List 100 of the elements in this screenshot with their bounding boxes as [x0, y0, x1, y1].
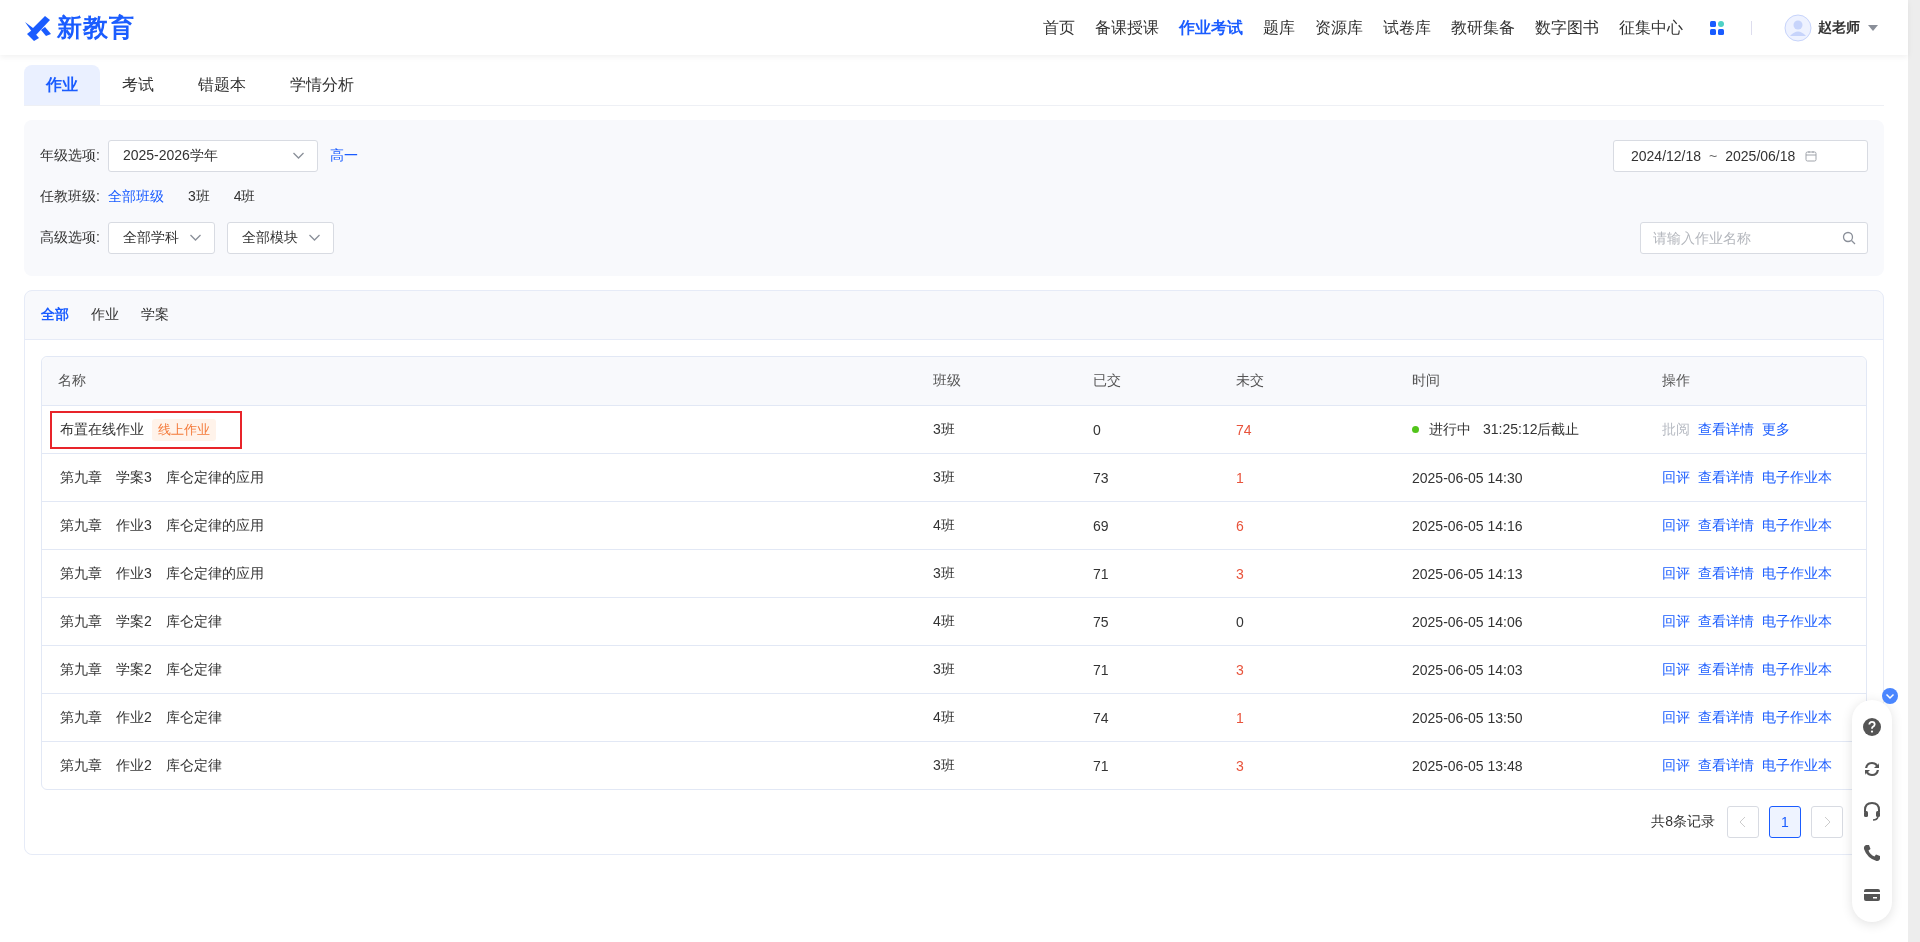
- phone-icon[interactable]: [1862, 843, 1882, 863]
- table-cell-text: 3班: [932, 756, 956, 775]
- avatar-icon[interactable]: [1784, 13, 1812, 42]
- table-cell-text: 1: [1235, 469, 1245, 486]
- status-text: 进行中: [1429, 420, 1471, 439]
- tab[interactable]: 学情分析: [268, 65, 376, 105]
- table-cell-text: 74: [1092, 709, 1110, 726]
- action-link[interactable]: 回评: [1662, 468, 1690, 487]
- action-link[interactable]: 电子作业本: [1762, 660, 1832, 679]
- grade-link[interactable]: 高一: [329, 147, 358, 165]
- action-link[interactable]: 更多: [1762, 420, 1790, 439]
- tab[interactable]: 考试: [100, 65, 176, 105]
- caret-icon[interactable]: [1868, 24, 1878, 31]
- nav-item[interactable]: 首页: [1033, 0, 1085, 55]
- table-cell-text: 74: [1235, 421, 1253, 438]
- action-link[interactable]: 回评: [1662, 708, 1690, 727]
- homework-name: 第九章 作业3 库仑定律的应用: [60, 516, 264, 535]
- type-tab[interactable]: 全部: [41, 303, 69, 327]
- action-link[interactable]: 电子作业本: [1762, 516, 1832, 535]
- table-cell-text: 3班: [932, 468, 956, 487]
- type-tab[interactable]: 作业: [91, 303, 119, 327]
- apps-icon[interactable]: [1709, 19, 1725, 36]
- refresh-icon[interactable]: [1862, 759, 1882, 779]
- table-cell: 2025-06-05 14:03: [1412, 661, 1523, 678]
- homework-name: 布置在线作业: [60, 420, 144, 439]
- column-header: 未交: [1235, 372, 1265, 390]
- year-select[interactable]: 2025-2026学年: [107, 140, 318, 172]
- nav-item[interactable]: 作业考试: [1169, 0, 1253, 55]
- table-cell-text: 3: [1235, 565, 1245, 582]
- table-cell-text: 6: [1235, 517, 1245, 534]
- date-range-field[interactable]: 2024/12/18 ~ 2025/06/18: [1613, 140, 1868, 172]
- grade-label: 年级选项:: [40, 147, 100, 165]
- nav-item[interactable]: 教研集备: [1441, 0, 1525, 55]
- table-cell-text: 3班: [932, 660, 956, 679]
- help-icon[interactable]: [1862, 717, 1882, 737]
- chevron-down-icon[interactable]: [307, 234, 321, 242]
- action-link[interactable]: 回评: [1662, 612, 1690, 631]
- search-field[interactable]: 请输入作业名称: [1640, 222, 1868, 254]
- nav-item[interactable]: 试卷库: [1373, 0, 1441, 55]
- action-link[interactable]: 查看详情: [1698, 516, 1754, 535]
- action-link[interactable]: 电子作业本: [1762, 564, 1832, 583]
- class-option[interactable]: 4班: [233, 188, 256, 206]
- action-link[interactable]: 查看详情: [1698, 612, 1754, 631]
- action-link[interactable]: 查看详情: [1698, 468, 1754, 487]
- scrollbar[interactable]: [1908, 0, 1920, 942]
- table-cell-text: 3班: [932, 564, 956, 583]
- action-link[interactable]: 查看详情: [1698, 708, 1754, 727]
- action-link[interactable]: 查看详情: [1698, 660, 1754, 679]
- action-link[interactable]: 查看详情: [1698, 564, 1754, 583]
- homework-name: 第九章 学案3 库仑定律的应用: [60, 468, 264, 487]
- action-link[interactable]: 查看详情: [1698, 420, 1754, 439]
- user-name[interactable]: 赵老师: [1818, 18, 1860, 37]
- tab[interactable]: 作业: [24, 65, 100, 105]
- calendar-icon[interactable]: [1805, 150, 1818, 162]
- nav-item[interactable]: 数字图书: [1525, 0, 1609, 55]
- table-cell-text: 71: [1092, 565, 1110, 582]
- action-link[interactable]: 回评: [1662, 660, 1690, 679]
- class-option[interactable]: 全部班级: [107, 188, 164, 206]
- subject-select[interactable]: 全部学科: [107, 222, 215, 254]
- table-cell-text: 73: [1092, 469, 1110, 486]
- table-cell-text: 3: [1235, 661, 1245, 678]
- homework-name: 第九章 学案2 库仑定律: [60, 660, 222, 679]
- action-link[interactable]: 回评: [1662, 564, 1690, 583]
- table-cell-text: 71: [1092, 661, 1110, 678]
- homework-name: 第九章 作业2 库仑定律: [60, 756, 222, 775]
- module-select[interactable]: 全部模块: [226, 222, 334, 254]
- action-link[interactable]: 查看详情: [1698, 756, 1754, 775]
- table-cell-text: 3: [1235, 757, 1245, 774]
- headset-icon[interactable]: [1862, 801, 1882, 821]
- tab[interactable]: 错题本: [176, 65, 268, 105]
- action-link[interactable]: 电子作业本: [1762, 708, 1832, 727]
- action-link[interactable]: 回评: [1662, 516, 1690, 535]
- table-cell-text: 75: [1092, 613, 1110, 630]
- class-option[interactable]: 3班: [187, 188, 210, 206]
- nav-item[interactable]: 备课授课: [1085, 0, 1169, 55]
- column-header: 名称: [57, 372, 87, 390]
- nav-item[interactable]: 资源库: [1305, 0, 1373, 55]
- table-cell-text: 1: [1235, 709, 1245, 726]
- type-tab[interactable]: 学案: [141, 303, 169, 327]
- action-link[interactable]: 电子作业本: [1762, 468, 1832, 487]
- collapse-icon[interactable]: [1882, 688, 1898, 704]
- action-link[interactable]: 电子作业本: [1762, 612, 1832, 631]
- logo-icon: [23, 13, 53, 42]
- page-button[interactable]: 1: [1769, 806, 1801, 838]
- table-cell-text: 4班: [932, 612, 956, 631]
- nav-item[interactable]: 征集中心: [1609, 0, 1693, 55]
- table-cell: 2025-06-05 14:16: [1412, 517, 1523, 534]
- type-tag: 线上作业: [152, 418, 216, 441]
- chevron-down-icon[interactable]: [188, 234, 202, 242]
- homework-name: 第九章 作业3 库仑定律的应用: [60, 564, 264, 583]
- table-cell: 2025-06-05 14:30: [1412, 469, 1523, 486]
- homework-name: 第九章 学案2 库仑定律: [60, 612, 222, 631]
- action-link[interactable]: 回评: [1662, 756, 1690, 775]
- chevron-down-icon[interactable]: [291, 152, 305, 160]
- class-label: 任教班级:: [40, 188, 100, 206]
- status-dot: [1412, 426, 1419, 433]
- action-link[interactable]: 电子作业本: [1762, 756, 1832, 775]
- column-header: 时间: [1411, 372, 1441, 390]
- nav-item[interactable]: 题库: [1253, 0, 1305, 55]
- search-icon[interactable]: [1842, 231, 1856, 245]
